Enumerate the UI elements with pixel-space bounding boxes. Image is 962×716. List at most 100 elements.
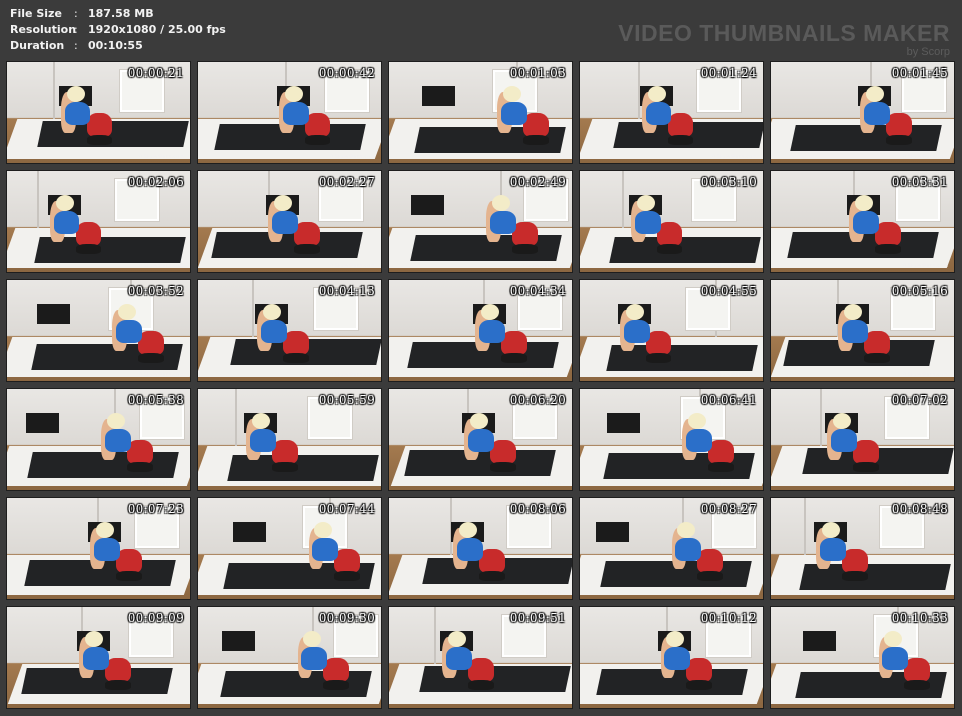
thumbnail-frame[interactable]: 00:04:34 © SkylarRene.com	[388, 279, 573, 382]
separator: :	[74, 39, 78, 52]
thumbnail-frame[interactable]: 00:08:48 © SkylarRene.com	[770, 497, 955, 600]
scene-wall-corner	[621, 171, 624, 228]
watermark: © SkylarRene.com	[328, 263, 375, 269]
thumbnail-frame[interactable]: 00:06:41 © SkylarRene.com	[579, 388, 764, 491]
thumbnail-frame[interactable]: 00:05:59 © SkylarRene.com	[197, 388, 382, 491]
watermark: © SkylarRene.com	[710, 372, 757, 378]
thumbnail-frame[interactable]: 00:10:33 © SkylarRene.com	[770, 606, 955, 709]
scene-person-shorts	[334, 570, 360, 581]
thumbnail-frame[interactable]: 00:07:44 © SkylarRene.com	[197, 497, 382, 600]
scene-person-red	[468, 657, 494, 682]
scene-tv	[421, 86, 455, 107]
scene-person-red	[885, 112, 912, 137]
scene-person-shorts	[479, 570, 505, 581]
scene-person-red	[697, 548, 723, 573]
watermark: © SkylarRene.com	[137, 481, 184, 487]
watermark: © SkylarRene.com	[328, 590, 375, 596]
scene-person-red	[479, 548, 505, 573]
scene-person-red	[522, 112, 549, 137]
thumbnail-frame[interactable]: 00:07:02 © SkylarRene.com	[770, 388, 955, 491]
watermark: © SkylarRene.com	[519, 154, 566, 160]
scene-person-shorts	[323, 679, 349, 690]
scene-person-blue	[645, 102, 672, 125]
scene-person-blue	[842, 320, 868, 343]
scene-tv	[26, 413, 59, 434]
thumbnail-frame[interactable]: 00:05:38 © SkylarRene.com	[6, 388, 191, 491]
thumbnail-frame[interactable]: 00:07:23 © SkylarRene.com	[6, 497, 191, 600]
scene-person-shorts	[490, 461, 516, 472]
scene-person-shorts	[127, 461, 153, 472]
timestamp: 00:09:51	[509, 611, 566, 625]
timestamp: 00:08:48	[891, 502, 948, 516]
scene-person-shorts	[271, 461, 298, 472]
scene-person-red	[852, 439, 879, 464]
scene-tv	[222, 631, 256, 652]
scene-person-red	[842, 548, 868, 573]
thumbnail-frame[interactable]: 00:03:10 © SkylarRene.com	[579, 170, 764, 273]
scene-person-blue	[863, 102, 890, 125]
timestamp: 00:02:27	[318, 175, 375, 189]
thumbnail-frame[interactable]: 00:09:09 © SkylarRene.com	[6, 606, 191, 709]
scene-person-blue	[446, 647, 472, 670]
resolution-value: 1920x1080 / 25.00 fps	[88, 23, 226, 36]
watermark: © SkylarRene.com	[137, 590, 184, 596]
timestamp: 00:08:27	[700, 502, 757, 516]
duration-value: 00:10:55	[88, 39, 143, 52]
scene-person-red	[282, 330, 309, 355]
thumbnail-frame[interactable]: 00:02:49 © SkylarRene.com	[388, 170, 573, 273]
scene-person-shorts	[116, 570, 142, 581]
thumbnail-frame[interactable]: 00:03:31 © SkylarRene.com	[770, 170, 955, 273]
scene-person-red	[116, 548, 142, 573]
scene-person-blue	[831, 429, 857, 452]
thumbnail-frame[interactable]: 00:04:55 © SkylarRene.com	[579, 279, 764, 382]
thumbnail-frame[interactable]: 00:03:52 © SkylarRene.com	[6, 279, 191, 382]
scene-person-blue	[820, 538, 846, 561]
scene-person-blue	[468, 429, 494, 452]
duration-row: Duration : 00:10:55	[10, 38, 226, 54]
scene-person-shorts	[852, 461, 879, 472]
watermark: © SkylarRene.com	[519, 481, 566, 487]
file-size-value: 187.58 MB	[88, 7, 154, 20]
thumbnail-frame[interactable]: 00:02:06 © SkylarRene.com	[6, 170, 191, 273]
thumbnail-frame[interactable]: 00:08:06 © SkylarRene.com	[388, 497, 573, 600]
scene-wall-corner	[820, 389, 823, 446]
thumbnail-frame[interactable]: 00:01:24 © SkylarRene.com	[579, 61, 764, 164]
scene-person-shorts	[842, 570, 868, 581]
timestamp: 00:04:13	[318, 284, 375, 298]
scene-wall-corner	[53, 62, 56, 119]
watermark: © SkylarRene.com	[901, 481, 948, 487]
scene-person-blue	[623, 320, 650, 343]
scene-wall-corner	[251, 280, 254, 337]
scene-person-red	[656, 221, 683, 246]
scene-person-blue	[282, 102, 309, 125]
thumbnail-frame[interactable]: 00:04:13 © SkylarRene.com	[197, 279, 382, 382]
scene-tv	[803, 631, 837, 652]
scene-person-red	[904, 657, 930, 682]
watermark: © SkylarRene.com	[519, 699, 566, 705]
scene-person-shorts	[697, 570, 723, 581]
timestamp: 00:03:52	[127, 284, 184, 298]
timestamp: 00:00:42	[318, 66, 375, 80]
thumbnail-frame[interactable]: 00:01:03 © SkylarRene.com	[388, 61, 573, 164]
thumbnail-frame[interactable]: 00:06:20 © SkylarRene.com	[388, 388, 573, 491]
thumbnail-frame[interactable]: 00:09:51 © SkylarRene.com	[388, 606, 573, 709]
thumbnail-frame[interactable]: 00:00:42 © SkylarRene.com	[197, 61, 382, 164]
thumbnail-frame[interactable]: 00:01:45 © SkylarRene.com	[770, 61, 955, 164]
scene-person-shorts	[511, 243, 538, 254]
watermark: © SkylarRene.com	[328, 481, 375, 487]
scene-mat	[609, 237, 762, 264]
scene-person-blue	[882, 647, 908, 670]
timestamp: 00:03:31	[891, 175, 948, 189]
thumbnail-frame[interactable]: 00:08:27 © SkylarRene.com	[579, 497, 764, 600]
thumbnail-frame[interactable]: 00:09:30 © SkylarRene.com	[197, 606, 382, 709]
timestamp: 00:06:20	[509, 393, 566, 407]
watermark: © SkylarRene.com	[328, 154, 375, 160]
timestamp: 00:05:38	[127, 393, 184, 407]
thumbnail-frame[interactable]: 00:00:21 © SkylarRene.com	[6, 61, 191, 164]
resolution-label: Resolution	[10, 23, 77, 36]
thumbnail-frame[interactable]: 00:02:27 © SkylarRene.com	[197, 170, 382, 273]
thumbnail-frame[interactable]: 00:05:16 © SkylarRene.com	[770, 279, 955, 382]
scene-person-shorts	[686, 679, 712, 690]
watermark: © SkylarRene.com	[519, 590, 566, 596]
thumbnail-frame[interactable]: 00:10:12 © SkylarRene.com	[579, 606, 764, 709]
